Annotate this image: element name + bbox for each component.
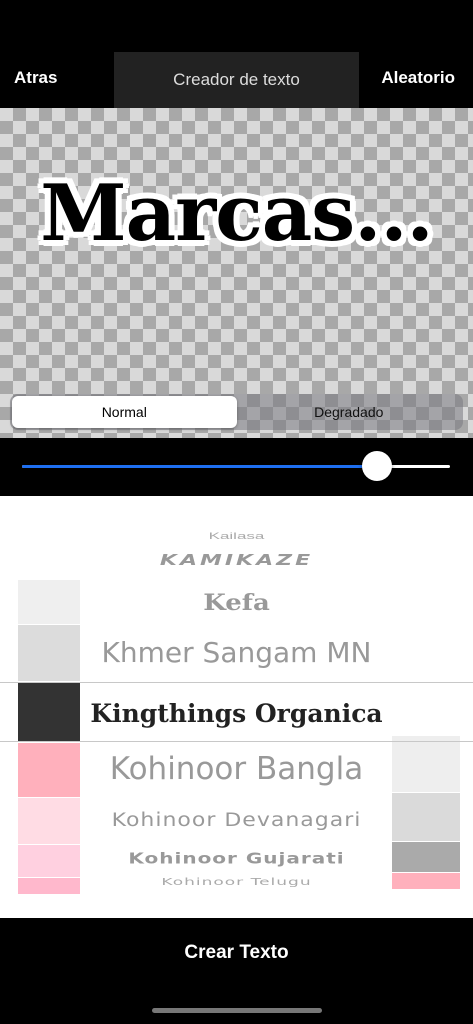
random-button[interactable]: Aleatorio: [381, 68, 455, 88]
size-slider-area: [0, 438, 473, 496]
font-option[interactable]: Kailasa: [0, 531, 473, 542]
font-option[interactable]: Kohinoor Devanagari: [0, 810, 473, 831]
segment-normal[interactable]: Normal: [12, 396, 237, 428]
font-option[interactable]: Kohinoor Gujarati: [0, 849, 473, 867]
navigation-bar: Atras Creador de texto Aleatorio: [0, 0, 473, 108]
size-slider[interactable]: [22, 451, 450, 481]
home-indicator: [152, 1008, 322, 1013]
font-option-selected[interactable]: Kingthings Organica: [0, 699, 473, 728]
font-color-picker[interactable]: Kailasa KAMIKAZE Kefa Khmer Sangam MN Ki…: [0, 496, 473, 918]
create-text-button[interactable]: Crear Texto: [0, 938, 473, 968]
font-option[interactable]: Kefa: [0, 590, 473, 616]
footer: Crear Texto: [0, 918, 473, 1024]
font-option[interactable]: KAMIKAZE: [0, 552, 473, 570]
font-option[interactable]: Kohinoor Bangla: [0, 751, 473, 787]
segment-degradado[interactable]: Degradado: [237, 396, 462, 428]
text-preview-canvas[interactable]: Marcas... Normal Degradado: [0, 108, 473, 438]
back-button[interactable]: Atras: [14, 68, 57, 88]
slider-thumb[interactable]: [362, 451, 393, 481]
font-option[interactable]: Khmer Sangam MN: [0, 636, 473, 669]
slider-fill: [22, 465, 378, 468]
page-title: Creador de texto: [114, 52, 359, 108]
font-option[interactable]: Kohinoor Telugu: [0, 877, 473, 888]
preview-text: Marcas...: [40, 168, 433, 259]
style-segmented-control[interactable]: Normal Degradado: [10, 394, 463, 430]
